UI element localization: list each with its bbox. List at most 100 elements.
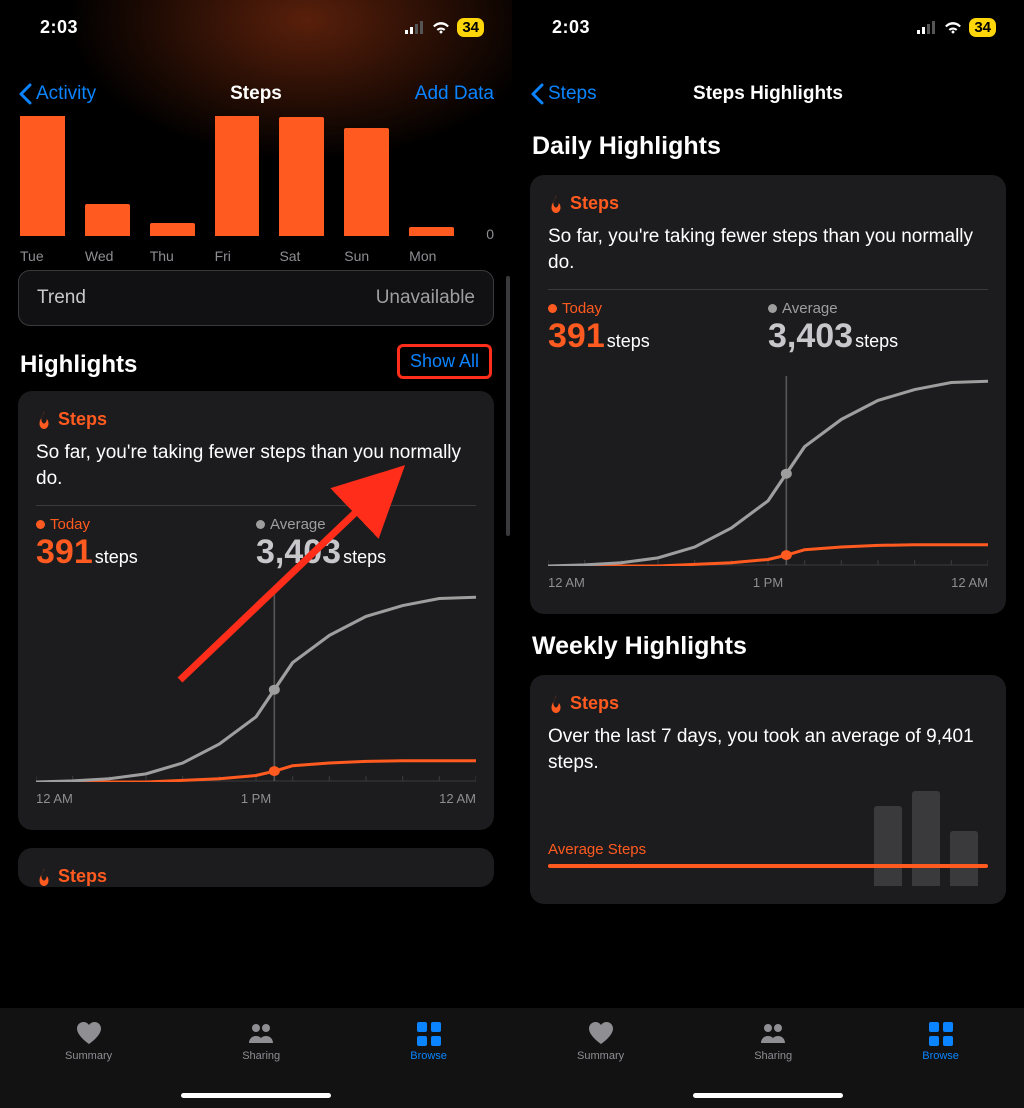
xtick: 12 AM	[951, 575, 988, 590]
wifi-icon	[943, 20, 963, 34]
card-tag-label: Steps	[570, 193, 619, 214]
stat-avg-label: Average	[270, 516, 326, 533]
card-summary: Over the last 7 days, you took an averag…	[548, 724, 988, 775]
card-tag-label: Steps	[58, 866, 107, 887]
stat-today-unit: steps	[607, 331, 650, 351]
home-indicator[interactable]	[181, 1093, 331, 1098]
stat-average: Average 3,403steps	[768, 300, 988, 356]
weekly-bars: Average Steps	[548, 776, 988, 886]
avg-steps-label: Average Steps	[548, 841, 646, 858]
cellular-icon	[405, 21, 425, 34]
tab-summary[interactable]: Summary	[577, 1020, 624, 1062]
stat-average: Average 3,403steps	[256, 516, 476, 572]
tab-label: Sharing	[754, 1050, 792, 1062]
highlight-card-peek[interactable]: Steps	[18, 848, 494, 887]
highlight-card-steps[interactable]: Steps So far, you're taking fewer steps …	[18, 391, 494, 830]
stat-today-value: 391	[36, 533, 93, 571]
battery-indicator: 34	[969, 18, 996, 37]
phone-left: 2:03 34 Activity Steps Add Data TueWedTh…	[0, 0, 512, 1108]
status-right: 34	[405, 18, 484, 37]
tab-sharing[interactable]: Sharing	[242, 1020, 280, 1062]
status-time: 2:03	[552, 17, 590, 38]
stat-today-unit: steps	[95, 547, 138, 567]
nav-bar: Steps Steps Highlights	[512, 72, 1024, 116]
wifi-icon	[431, 20, 451, 34]
trend-value: Unavailable	[376, 287, 475, 309]
weekly-highlight-card[interactable]: Steps Over the last 7 days, you took an …	[530, 675, 1006, 903]
stat-avg-label: Average	[782, 300, 838, 317]
chevron-left-icon	[18, 83, 32, 105]
tab-sharing[interactable]: Sharing	[754, 1020, 792, 1062]
home-indicator[interactable]	[693, 1093, 843, 1098]
trend-label: Trend	[37, 287, 86, 309]
flame-icon	[36, 868, 52, 886]
tab-label: Summary	[577, 1050, 624, 1062]
heart-icon	[587, 1020, 615, 1046]
stat-row: Today 391steps Average 3,403steps	[548, 300, 988, 356]
back-button[interactable]: Activity	[18, 83, 96, 105]
tab-label: Browse	[922, 1050, 959, 1062]
weekly-bar-chart[interactable]: TueWedThuFriSatSunMon 0	[18, 116, 494, 264]
divider	[36, 505, 476, 506]
card-summary: So far, you're taking fewer steps than y…	[36, 440, 476, 491]
back-label: Steps	[548, 83, 597, 105]
divider	[548, 289, 988, 290]
trend-row[interactable]: Trend Unavailable	[18, 270, 494, 326]
show-all-button[interactable]: Show All	[397, 344, 492, 379]
battery-percent: 34	[462, 19, 479, 36]
heart-icon	[75, 1020, 103, 1046]
stat-today-label: Today	[562, 300, 602, 317]
stat-avg-unit: steps	[343, 547, 386, 567]
tab-label: Sharing	[242, 1050, 280, 1062]
phone-right: 2:03 34 Steps Steps Highlights Daily Hig…	[512, 0, 1024, 1108]
xtick: 12 AM	[439, 791, 476, 806]
status-bar: 2:03 34	[512, 0, 1024, 54]
stat-avg-value: 3,403	[256, 533, 341, 571]
battery-indicator: 34	[457, 18, 484, 37]
avg-line	[548, 864, 988, 868]
xtick: 1 PM	[241, 791, 271, 806]
daily-highlights-heading: Daily Highlights	[532, 132, 1004, 161]
show-all-label: Show All	[410, 351, 479, 371]
page-title: Steps	[230, 83, 282, 105]
highlights-header: Highlights Show All	[20, 344, 492, 379]
tab-label: Browse	[410, 1050, 447, 1062]
tab-browse[interactable]: Browse	[410, 1020, 447, 1062]
status-time: 2:03	[40, 17, 78, 38]
stat-avg-unit: steps	[855, 331, 898, 351]
scroll-indicator[interactable]	[506, 276, 510, 536]
tab-browse[interactable]: Browse	[922, 1020, 959, 1062]
back-button[interactable]: Steps	[530, 83, 597, 105]
card-tag: Steps	[548, 693, 988, 714]
flame-icon	[548, 195, 564, 213]
card-tag-label: Steps	[570, 693, 619, 714]
grid-icon	[927, 1020, 955, 1046]
card-tag: Steps	[548, 193, 988, 214]
highlights-title: Highlights	[20, 351, 137, 379]
flame-icon	[36, 411, 52, 429]
content-area: TueWedThuFriSatSunMon 0 Trend Unavailabl…	[0, 116, 512, 1008]
status-right: 34	[917, 18, 996, 37]
status-bar: 2:03 34	[0, 0, 512, 54]
people-icon	[759, 1020, 787, 1046]
tab-summary[interactable]: Summary	[65, 1020, 112, 1062]
content-area: Daily Highlights Steps So far, you're ta…	[512, 128, 1024, 1008]
nav-bar: Activity Steps Add Data	[0, 72, 512, 116]
card-summary: So far, you're taking fewer steps than y…	[548, 224, 988, 275]
add-data-button[interactable]: Add Data	[415, 83, 494, 105]
stat-today-label: Today	[50, 516, 90, 533]
card-tag: Steps	[36, 866, 476, 887]
daily-highlight-card[interactable]: Steps So far, you're taking fewer steps …	[530, 175, 1006, 614]
battery-percent: 34	[974, 19, 991, 36]
stat-today: Today 391steps	[36, 516, 256, 572]
stat-row: Today 391steps Average 3,403steps	[36, 516, 476, 572]
card-tag: Steps	[36, 409, 476, 430]
tab-label: Summary	[65, 1050, 112, 1062]
xtick: 12 AM	[548, 575, 585, 590]
cumulative-line-chart: 12 AM 1 PM 12 AM	[36, 582, 476, 812]
card-tag-label: Steps	[58, 409, 107, 430]
xtick: 1 PM	[753, 575, 783, 590]
chevron-left-icon	[530, 83, 544, 105]
flame-icon	[548, 695, 564, 713]
xtick: 12 AM	[36, 791, 73, 806]
